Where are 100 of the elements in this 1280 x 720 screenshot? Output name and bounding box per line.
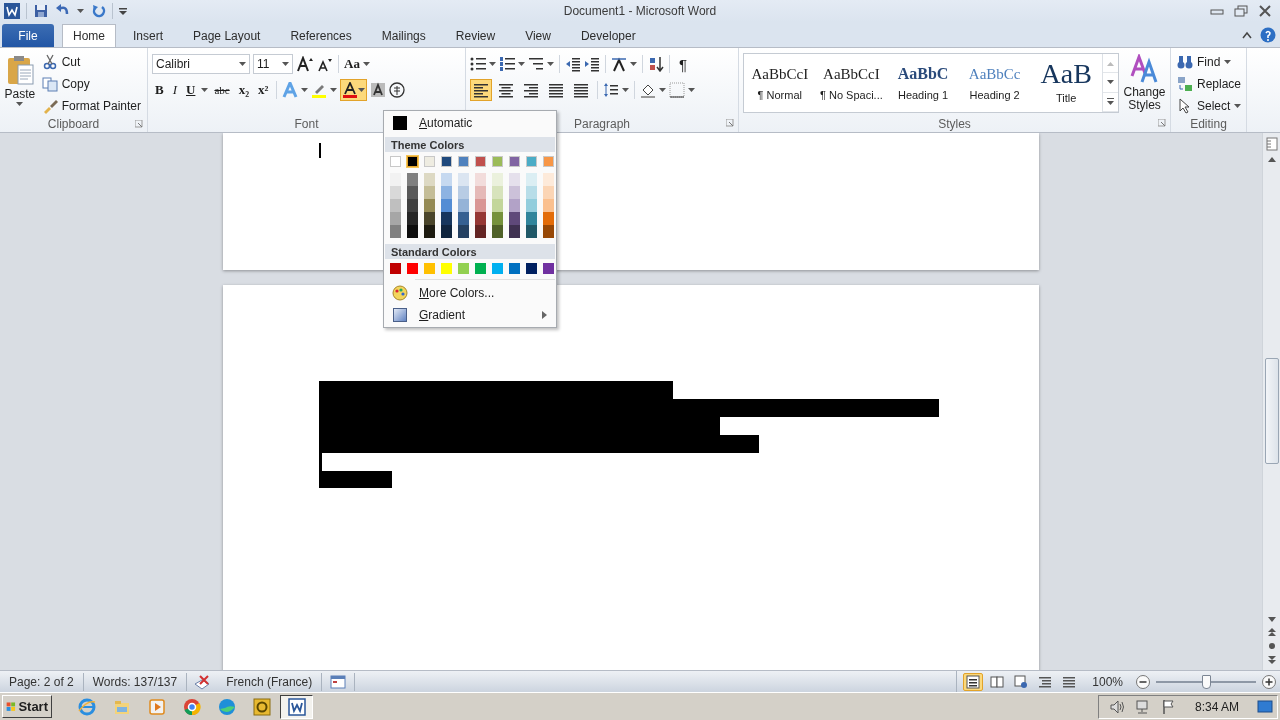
paste-button[interactable]: Paste: [4, 52, 36, 116]
color-swatch[interactable]: [509, 263, 520, 274]
collapse-ribbon-icon[interactable]: [1242, 31, 1252, 39]
color-swatch[interactable]: [543, 263, 554, 274]
caret-icon[interactable]: [547, 61, 554, 67]
color-swatch[interactable]: [458, 263, 469, 274]
highlighter-icon[interactable]: [311, 82, 328, 98]
color-swatch[interactable]: [441, 212, 452, 225]
dialog-launcher-icon[interactable]: [726, 119, 734, 127]
word-icon[interactable]: [286, 696, 307, 717]
color-swatch[interactable]: [424, 199, 435, 212]
superscript-button[interactable]: x²: [255, 82, 272, 98]
page-count[interactable]: Page: 2 of 2: [0, 674, 83, 689]
color-swatch[interactable]: [509, 212, 520, 225]
color-swatch[interactable]: [407, 156, 418, 167]
color-swatch[interactable]: [458, 225, 469, 238]
zoom-out-icon[interactable]: [1136, 674, 1150, 689]
network-icon[interactable]: [1134, 698, 1151, 715]
scroll-down-icon[interactable]: [1107, 80, 1115, 85]
close-icon[interactable]: [1258, 5, 1272, 17]
caret-icon[interactable]: [659, 87, 666, 93]
change-styles-button[interactable]: Change Styles: [1123, 52, 1166, 115]
color-swatch[interactable]: [458, 212, 469, 225]
color-swatch[interactable]: [407, 212, 418, 225]
caret-icon[interactable]: [630, 61, 637, 67]
style-option[interactable]: AaB Title: [1030, 54, 1103, 112]
more-colors-option[interactable]: More Colors...: [385, 282, 555, 304]
caret-icon[interactable]: [518, 61, 525, 67]
ribbon-tab[interactable]: Insert: [120, 24, 176, 47]
sort-icon[interactable]: [648, 56, 664, 72]
color-swatch[interactable]: [543, 225, 554, 238]
edge-icon[interactable]: [217, 697, 236, 716]
zoom-in-icon[interactable]: [1262, 674, 1276, 689]
style-option[interactable]: AaBbCcI ¶ No Spaci...: [815, 54, 888, 112]
enclose-character-icon[interactable]: [389, 82, 406, 98]
color-swatch[interactable]: [390, 263, 401, 274]
customize-toolbar-icon[interactable]: [119, 7, 127, 15]
file-tab[interactable]: File: [2, 24, 54, 47]
color-swatch[interactable]: [424, 225, 435, 238]
color-swatch[interactable]: [390, 212, 401, 225]
format-painter-button[interactable]: Format Painter: [39, 96, 143, 116]
align-left-button[interactable]: [470, 79, 492, 101]
scroll-up-icon[interactable]: [1267, 157, 1276, 162]
color-swatch[interactable]: [475, 225, 486, 238]
style-option[interactable]: AaBbC Heading 1: [887, 54, 959, 112]
numbering-icon[interactable]: [499, 56, 515, 72]
color-swatch[interactable]: [441, 186, 452, 199]
gradient-option[interactable]: Gradient: [385, 304, 555, 326]
start-button[interactable]: Start: [2, 695, 52, 718]
font-size-field[interactable]: 11: [253, 54, 293, 74]
zoom-level[interactable]: 100%: [1083, 674, 1132, 689]
dialog-launcher-icon[interactable]: [1158, 119, 1166, 127]
previous-page-icon[interactable]: [1267, 628, 1276, 636]
color-swatch[interactable]: [407, 186, 418, 199]
strikethrough-button[interactable]: abc: [211, 84, 233, 96]
minimize-icon[interactable]: [1210, 6, 1224, 16]
cut-button[interactable]: Cut: [39, 52, 143, 72]
word-logo-icon[interactable]: [4, 3, 20, 19]
text-direction-icon[interactable]: [611, 56, 627, 72]
outlook-icon[interactable]: [251, 696, 272, 717]
color-swatch[interactable]: [509, 199, 520, 212]
color-swatch[interactable]: [492, 212, 503, 225]
help-icon[interactable]: [1260, 27, 1276, 43]
more-styles-icon[interactable]: [1107, 98, 1115, 106]
color-swatch[interactable]: [475, 263, 486, 274]
zoom-slider-thumb[interactable]: [1202, 674, 1211, 689]
paint-bucket-icon[interactable]: [640, 82, 656, 98]
ribbon-tab[interactable]: Page Layout: [180, 24, 274, 47]
color-swatch[interactable]: [492, 225, 503, 238]
color-swatch[interactable]: [475, 199, 486, 212]
ruler-icon[interactable]: [1265, 137, 1278, 151]
browser-icon[interactable]: [77, 697, 96, 716]
caret-icon[interactable]: [77, 8, 84, 14]
caret-icon[interactable]: [688, 87, 695, 93]
color-swatch[interactable]: [526, 225, 537, 238]
ribbon-tab[interactable]: References: [277, 24, 365, 47]
shrink-font-icon[interactable]: [317, 56, 333, 72]
caret-icon[interactable]: [489, 61, 496, 67]
speaker-icon[interactable]: [1108, 698, 1125, 715]
style-option[interactable]: AaBbCc Heading 2: [958, 54, 1031, 112]
color-swatch[interactable]: [407, 225, 418, 238]
caret-icon[interactable]: [301, 87, 309, 93]
color-swatch[interactable]: [526, 212, 537, 225]
caret-icon[interactable]: [201, 87, 209, 93]
restore-icon[interactable]: [1234, 5, 1248, 17]
caret-icon[interactable]: [622, 87, 629, 93]
increase-indent-icon[interactable]: [584, 56, 600, 72]
color-swatch[interactable]: [441, 225, 452, 238]
flag-icon[interactable]: [1160, 698, 1177, 715]
ribbon-tab[interactable]: View: [512, 24, 564, 47]
view-button[interactable]: [963, 672, 984, 691]
ribbon-tab[interactable]: Developer: [567, 24, 649, 47]
browse-object-icon[interactable]: [1267, 642, 1276, 650]
next-page-icon[interactable]: [1267, 656, 1276, 664]
color-swatch[interactable]: [441, 199, 452, 212]
color-swatch[interactable]: [492, 263, 503, 274]
color-swatch[interactable]: [526, 263, 537, 274]
grow-font-icon[interactable]: [296, 56, 314, 72]
caret-icon[interactable]: [330, 87, 338, 93]
show-formatting-button[interactable]: ¶: [675, 55, 692, 73]
